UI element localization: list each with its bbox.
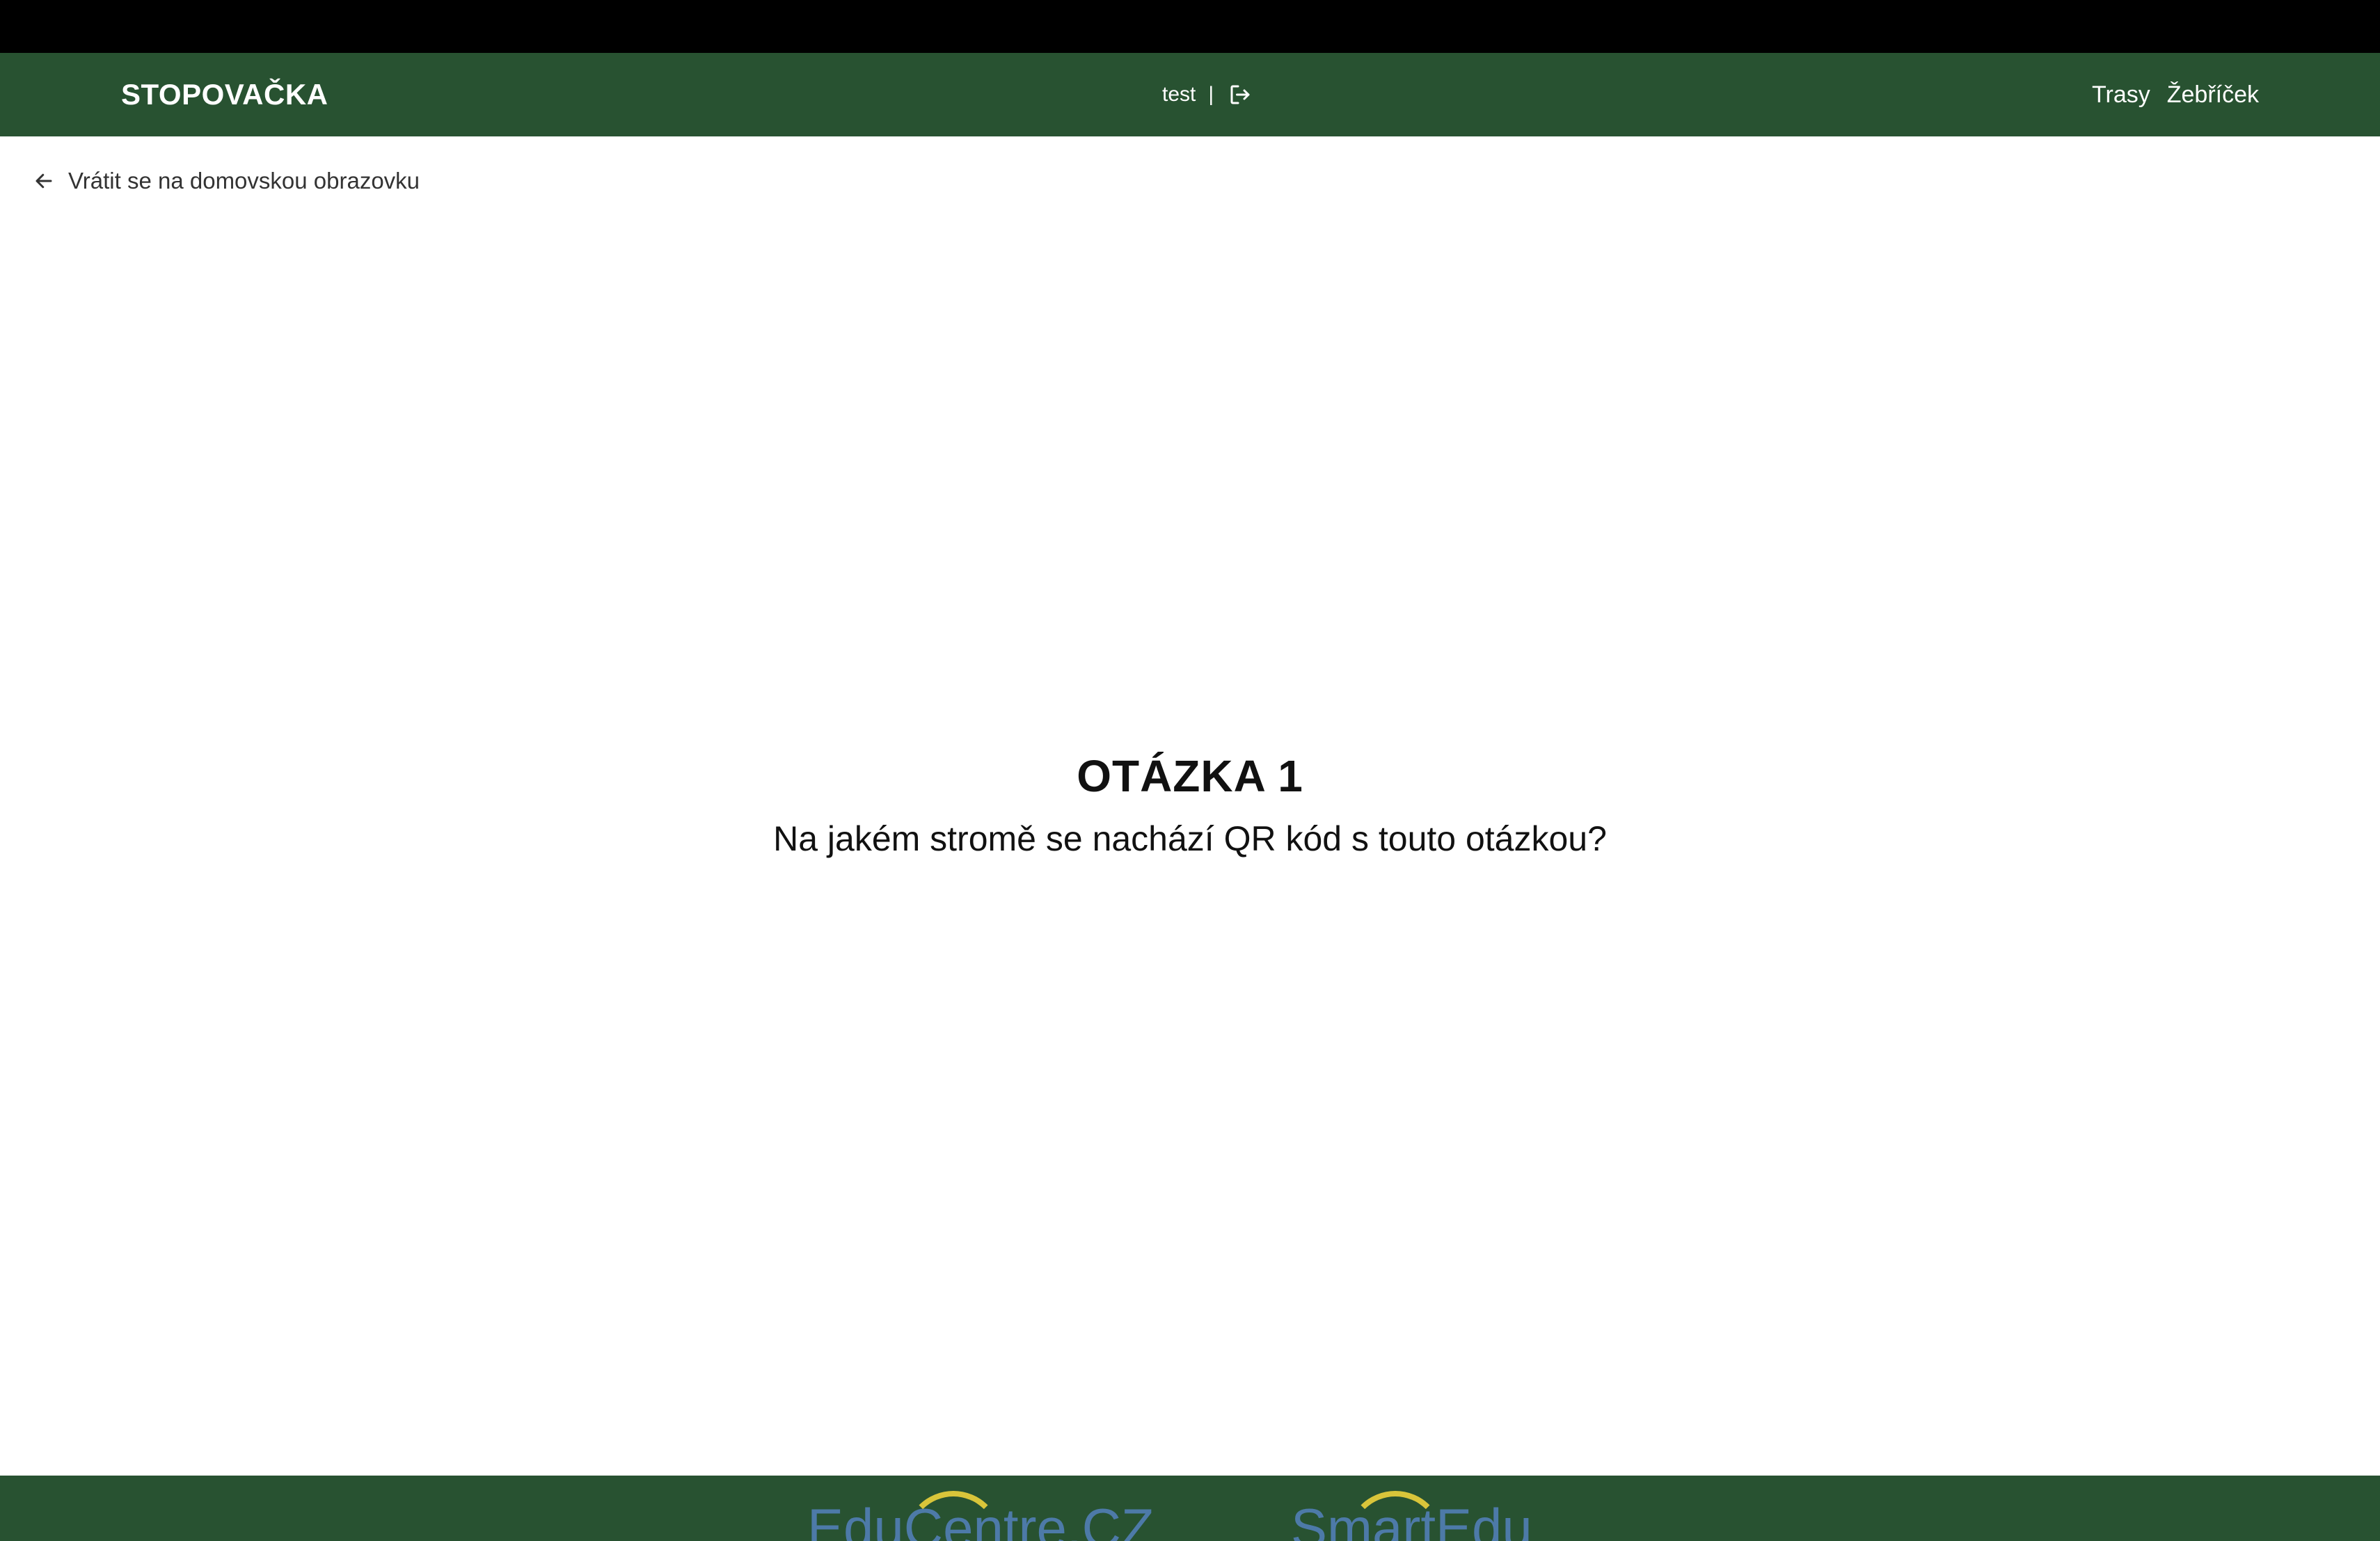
nav-link-trasy[interactable]: Trasy	[2092, 81, 2150, 109]
question-title: OTÁZKA 1	[1077, 751, 1303, 801]
nav-link-zebricek[interactable]: Žebříček	[2167, 81, 2259, 109]
question-text: Na jakém stromě se nachází QR kód s tout…	[773, 819, 1607, 858]
footer: EduCentre.CZ SmartEdu	[0, 1476, 2380, 1541]
back-link-label: Vrátit se na domovskou obrazovku	[68, 168, 420, 193]
educentre-logo[interactable]: EduCentre.CZ	[807, 1491, 1155, 1541]
user-area: test |	[1162, 53, 1254, 136]
navbar: STOPOVAČKA test | Trasy Žebříček	[0, 53, 2380, 136]
user-separator: |	[1208, 83, 1214, 106]
user-name: test	[1162, 83, 1196, 106]
smartedu-logo[interactable]: SmartEdu	[1291, 1491, 1532, 1541]
brand-logo[interactable]: STOPOVAČKA	[121, 53, 328, 136]
question-block: OTÁZKA 1 Na jakém stromě se nachází QR k…	[0, 745, 2380, 863]
logout-icon[interactable]	[1226, 81, 1254, 109]
browser-top-strip	[0, 0, 2380, 53]
arrow-left-icon	[32, 169, 56, 193]
back-to-home-link[interactable]: Vrátit se na domovskou obrazovku	[32, 164, 420, 198]
main-nav: Trasy Žebříček	[2075, 53, 2259, 136]
